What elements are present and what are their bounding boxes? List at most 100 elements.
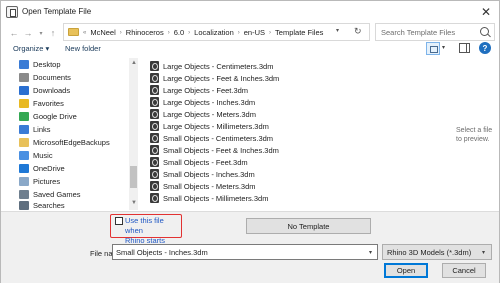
list-item[interactable]: Small Objects - Millimeters.3dm	[150, 192, 268, 204]
file-type-value: Rhino 3D Models (*.3dm)	[387, 248, 472, 257]
rhino-file-icon	[150, 181, 159, 191]
file-type-select[interactable]: Rhino 3D Models (*.3dm) ▾	[382, 244, 492, 260]
nav-item-pictures[interactable]: Pictures	[19, 175, 60, 188]
nav-item-label: Pictures	[33, 177, 61, 186]
nav-item-label: Downloads	[33, 86, 71, 95]
chevron-down-icon[interactable]: ▾	[336, 27, 339, 34]
nav-item-saved-games[interactable]: Saved Games	[19, 188, 81, 201]
file-name-input[interactable]	[116, 248, 356, 257]
links-icon	[19, 125, 29, 134]
list-item[interactable]: Large Objects - Feet.3dm	[150, 84, 248, 96]
list-item[interactable]: Small Objects - Feet & Inches.3dm	[150, 144, 279, 156]
rhino-file-icon	[150, 61, 159, 71]
chevron-right-icon[interactable]: ›	[120, 30, 122, 36]
list-item[interactable]: Large Objects - Feet & Inches.3dm	[150, 72, 279, 84]
chevron-right-icon[interactable]: ›	[238, 30, 240, 36]
label-line-1: Use this file when	[125, 216, 164, 235]
pictures-icon	[19, 177, 29, 186]
file-name: Large Objects - Feet & Inches.3dm	[163, 73, 280, 83]
nav-item-label: Documents	[33, 73, 71, 82]
search-placeholder: Search Template Files	[381, 28, 456, 37]
saved-games-icon	[19, 190, 29, 199]
address-bar[interactable]: « McNeel › Rhinoceros › 6.0 › Localization ›…	[63, 23, 370, 41]
preview-message: Select a file to preview.	[456, 127, 493, 143]
breadcrumb-item[interactable]: Rhinoceros	[126, 28, 164, 37]
nav-item-google-drive[interactable]: Google Drive	[19, 110, 77, 123]
nav-item-searches[interactable]: Searches	[19, 201, 65, 210]
use-on-startup-label[interactable]: Use this file when Rhino starts	[125, 216, 183, 246]
list-item[interactable]: Large Objects - Meters.3dm	[150, 108, 256, 120]
file-name: Large Objects - Centimeters.3dm	[163, 61, 274, 71]
preview-pane-icon[interactable]	[459, 43, 470, 53]
back-arrow-icon[interactable]: ←	[7, 26, 21, 40]
use-on-startup-checkbox[interactable]	[115, 217, 123, 225]
folder-icon	[68, 28, 79, 36]
nav-item-documents[interactable]: Documents	[19, 71, 71, 84]
scroll-down-icon[interactable]: ▼	[131, 200, 137, 206]
file-name: Small Objects - Feet.3dm	[163, 157, 248, 167]
toolbar: Organize ▾ New folder ▾ ?	[1, 42, 499, 58]
nav-item-favorites[interactable]: Favorites	[19, 97, 64, 110]
file-name: Large Objects - Feet.3dm	[163, 85, 249, 95]
nav-item-desktop[interactable]: Desktop	[19, 58, 61, 71]
rhino-file-icon	[150, 97, 159, 107]
nav-item-label: Saved Games	[33, 190, 81, 199]
nav-item-label: Desktop	[33, 60, 61, 69]
cancel-button[interactable]: Cancel	[442, 263, 486, 278]
rhino-file-icon	[150, 169, 159, 179]
open-button[interactable]: Open	[384, 263, 428, 278]
list-item[interactable]: Small Objects - Meters.3dm	[150, 180, 256, 192]
breadcrumb-item[interactable]: 6.0	[174, 28, 184, 37]
list-item[interactable]: Large Objects - Inches.3dm	[150, 96, 255, 108]
file-name: Large Objects - Millimeters.3dm	[163, 121, 269, 131]
chevron-down-icon[interactable]: ▾	[369, 249, 372, 256]
scrollbar-thumb[interactable]	[130, 166, 137, 188]
help-icon[interactable]: ?	[479, 42, 491, 54]
refresh-icon[interactable]: ↻	[354, 26, 362, 37]
overflow-chevron-icon[interactable]: «	[83, 30, 86, 36]
organize-button[interactable]: Organize ▾	[13, 44, 49, 53]
change-view-icon[interactable]	[426, 42, 440, 55]
chevron-right-icon[interactable]: ›	[168, 30, 170, 36]
breadcrumb-item[interactable]: Localization	[194, 28, 234, 37]
nav-item-onedrive[interactable]: OneDrive	[19, 162, 65, 175]
breadcrumb-item[interactable]: en-US	[244, 28, 265, 37]
nav-item-microsoftedgebackups[interactable]: MicrosoftEdgeBackups	[19, 136, 110, 149]
chevron-down-icon: ▾	[482, 250, 486, 256]
file-name: Small Objects - Feet & Inches.3dm	[163, 145, 279, 155]
list-item[interactable]: Large Objects - Millimeters.3dm	[150, 120, 269, 132]
search-input[interactable]: Search Template Files	[375, 23, 495, 41]
nav-item-music[interactable]: Music	[19, 149, 53, 162]
chevron-down-icon[interactable]: ▾	[442, 44, 445, 51]
list-item[interactable]: Large Objects - Centimeters.3dm	[150, 60, 273, 72]
no-template-button[interactable]: No Template	[246, 218, 371, 234]
file-name-field[interactable]: ▾	[112, 244, 378, 260]
forward-arrow-icon[interactable]: →	[21, 26, 35, 40]
google-drive-icon	[19, 112, 29, 121]
new-folder-button[interactable]: New folder	[65, 44, 101, 53]
chevron-right-icon[interactable]: ›	[269, 30, 271, 36]
breadcrumb-item[interactable]: Template Files	[275, 28, 323, 37]
breadcrumb-item[interactable]: McNeel	[90, 28, 115, 37]
rhino-file-icon	[150, 121, 159, 131]
open-template-dialog: Open Template File ✕ ← → ▾ ↑ « McNeel › R…	[0, 0, 500, 283]
breadcrumb: « McNeel › Rhinoceros › 6.0 › Localization ›…	[83, 28, 323, 37]
list-item[interactable]: Small Objects - Centimeters.3dm	[150, 132, 273, 144]
nav-item-downloads[interactable]: Downloads	[19, 84, 70, 97]
file-name: Small Objects - Millimeters.3dm	[163, 193, 269, 203]
nav-item-label: Searches	[33, 201, 65, 210]
rhino-file-icon	[150, 109, 159, 119]
up-arrow-icon[interactable]: ↑	[46, 26, 60, 40]
list-item[interactable]: Small Objects - Feet.3dm	[150, 156, 248, 168]
nav-item-links[interactable]: Links	[19, 123, 51, 136]
scroll-up-icon[interactable]: ▲	[131, 60, 137, 66]
star-icon	[19, 99, 29, 108]
rhino-file-icon	[150, 145, 159, 155]
desktop-icon	[19, 60, 29, 69]
list-item[interactable]: Small Objects - Inches.3dm	[150, 168, 255, 180]
rhino-file-icon	[150, 133, 159, 143]
close-button[interactable]: ✕	[473, 2, 499, 22]
navigation-scrollbar[interactable]: ▲ ▼	[129, 58, 138, 210]
chevron-right-icon[interactable]: ›	[188, 30, 190, 36]
rhino-file-icon	[150, 157, 159, 167]
